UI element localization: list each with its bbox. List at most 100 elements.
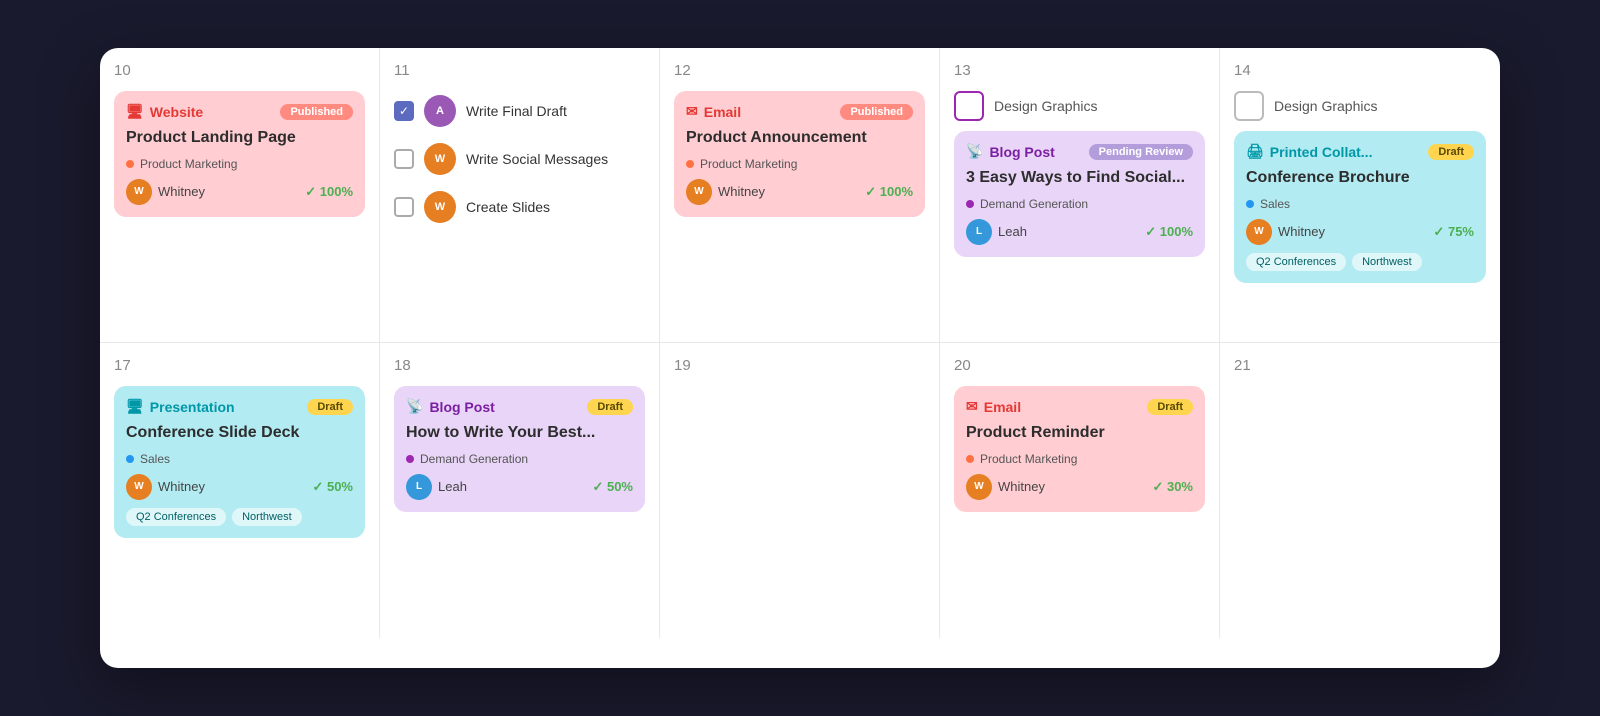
type-label: Email <box>704 104 741 120</box>
assignee: L Leah <box>406 474 467 500</box>
card-footer: W Whitney 30% <box>966 474 1193 500</box>
card-header: ✉ Email Published <box>686 103 913 120</box>
meta-label: Demand Generation <box>980 197 1088 211</box>
assignee-name: Whitney <box>718 184 765 199</box>
content-card[interactable]: ✉ Email Published Product Announcement P… <box>674 91 925 217</box>
card-title: Product Landing Page <box>126 128 353 149</box>
type-label: Presentation <box>150 399 235 415</box>
day-cell-20: 20 ✉ Email Draft Product Reminder Produc… <box>940 343 1220 638</box>
card-title: Conference Slide Deck <box>126 423 353 444</box>
tag[interactable]: Northwest <box>232 508 302 526</box>
day-cell-10: 10 🖥 Website Published Product Landing P… <box>100 48 380 343</box>
assignee: W Whitney <box>686 179 765 205</box>
completion: 75% <box>1433 224 1474 240</box>
assignee-name: Leah <box>998 224 1027 239</box>
card-type: 📡 Blog Post <box>406 398 495 415</box>
type-label: Website <box>150 104 203 120</box>
card-title: Product Announcement <box>686 128 913 149</box>
card-footer: W Whitney 75% <box>1246 219 1474 245</box>
type-icon: 🖥 <box>126 103 144 120</box>
checklist-item: W Create Slides <box>394 191 645 223</box>
checklist-item: W Write Social Messages <box>394 143 645 175</box>
type-icon: 🖨 <box>1246 143 1264 160</box>
tag[interactable]: Northwest <box>1352 253 1422 271</box>
avatar: W <box>966 474 992 500</box>
type-icon: ✉ <box>686 103 698 120</box>
card-title: How to Write Your Best... <box>406 423 633 444</box>
assignee-name: Whitney <box>158 479 205 494</box>
card-meta: Sales <box>1246 197 1474 211</box>
content-card[interactable]: 🖥 Website Published Product Landing Page… <box>114 91 365 217</box>
meta-label: Product Marketing <box>980 452 1077 466</box>
day-cell-21: 21 <box>1220 343 1500 638</box>
assignee: W Whitney <box>1246 219 1325 245</box>
design-checkbox[interactable] <box>954 91 984 121</box>
content-card[interactable]: 📡 Blog Post Draft How to Write Your Best… <box>394 386 645 512</box>
card-header: ✉ Email Draft <box>966 398 1193 415</box>
card-header: 🖨 Printed Collat... Draft <box>1246 143 1474 160</box>
content-card[interactable]: 🖨 Printed Collat... Draft Conference Bro… <box>1234 131 1486 283</box>
assignee: L Leah <box>966 219 1027 245</box>
day-cell-14: 14 Design Graphics 🖨 Printed Collat... D… <box>1220 48 1500 343</box>
meta-label: Sales <box>140 452 170 466</box>
day-cell-13: 13 Design Graphics 📡 Blog Post Pending R… <box>940 48 1220 343</box>
checkbox[interactable] <box>394 197 414 217</box>
tag[interactable]: Q2 Conferences <box>1246 253 1346 271</box>
day-cell-18: 18 📡 Blog Post Draft How to Write Your B… <box>380 343 660 638</box>
completion: 30% <box>1152 479 1193 495</box>
content-card[interactable]: 🖥 Presentation Draft Conference Slide De… <box>114 386 365 538</box>
calendar-container: 10 🖥 Website Published Product Landing P… <box>100 48 1500 668</box>
checklist-avatar: W <box>424 191 456 223</box>
avatar: W <box>1246 219 1272 245</box>
meta-label: Product Marketing <box>700 157 797 171</box>
avatar: W <box>126 179 152 205</box>
card-header: 📡 Blog Post Pending Review <box>966 143 1193 160</box>
design-header: Design Graphics <box>954 91 1205 121</box>
card-meta: Product Marketing <box>126 157 353 171</box>
type-label: Blog Post <box>429 399 494 415</box>
tags: Q2 Conferences Northwest <box>1246 253 1474 271</box>
design-checkbox[interactable] <box>1234 91 1264 121</box>
type-label: Printed Collat... <box>1270 144 1373 160</box>
card-type: 🖨 Printed Collat... <box>1246 143 1372 160</box>
avatar: L <box>406 474 432 500</box>
completion: 50% <box>592 479 633 495</box>
assignee-name: Whitney <box>998 479 1045 494</box>
status-badge: Published <box>840 104 913 120</box>
card-title: Product Reminder <box>966 423 1193 444</box>
status-badge: Pending Review <box>1089 144 1193 160</box>
type-icon: 📡 <box>406 398 423 415</box>
card-type: ✉ Email <box>686 103 741 120</box>
content-card[interactable]: ✉ Email Draft Product Reminder Product M… <box>954 386 1205 512</box>
card-meta: Sales <box>126 452 353 466</box>
day-number: 17 <box>114 357 365 374</box>
assignee-name: Leah <box>438 479 467 494</box>
card-meta: Product Marketing <box>966 452 1193 466</box>
checklist-area: ✓ A Write Final Draft W Write Social Mes… <box>394 91 645 223</box>
day-cell-19: 19 <box>660 343 940 638</box>
content-card[interactable]: 📡 Blog Post Pending Review 3 Easy Ways t… <box>954 131 1205 257</box>
meta-label: Product Marketing <box>140 157 237 171</box>
avatar: W <box>686 179 712 205</box>
completion: 100% <box>1145 224 1193 240</box>
tag[interactable]: Q2 Conferences <box>126 508 226 526</box>
card-footer: L Leah 50% <box>406 474 633 500</box>
day-number: 19 <box>674 357 925 374</box>
card-header: 🖥 Presentation Draft <box>126 398 353 415</box>
card-type: 🖥 Presentation <box>126 398 235 415</box>
meta-label: Sales <box>1260 197 1290 211</box>
card-footer: W Whitney 50% <box>126 474 353 500</box>
checkbox[interactable] <box>394 149 414 169</box>
meta-label: Demand Generation <box>420 452 528 466</box>
checkbox[interactable]: ✓ <box>394 101 414 121</box>
assignee-name: Whitney <box>158 184 205 199</box>
type-icon: 🖥 <box>126 398 144 415</box>
day-number: 21 <box>1234 357 1486 374</box>
card-type: 🖥 Website <box>126 103 203 120</box>
day-number: 18 <box>394 357 645 374</box>
completion: 100% <box>305 184 353 200</box>
day-cell-11: 11 ✓ A Write Final Draft W Write Social … <box>380 48 660 343</box>
avatar: W <box>126 474 152 500</box>
card-meta: Demand Generation <box>406 452 633 466</box>
meta-dot <box>966 200 974 208</box>
